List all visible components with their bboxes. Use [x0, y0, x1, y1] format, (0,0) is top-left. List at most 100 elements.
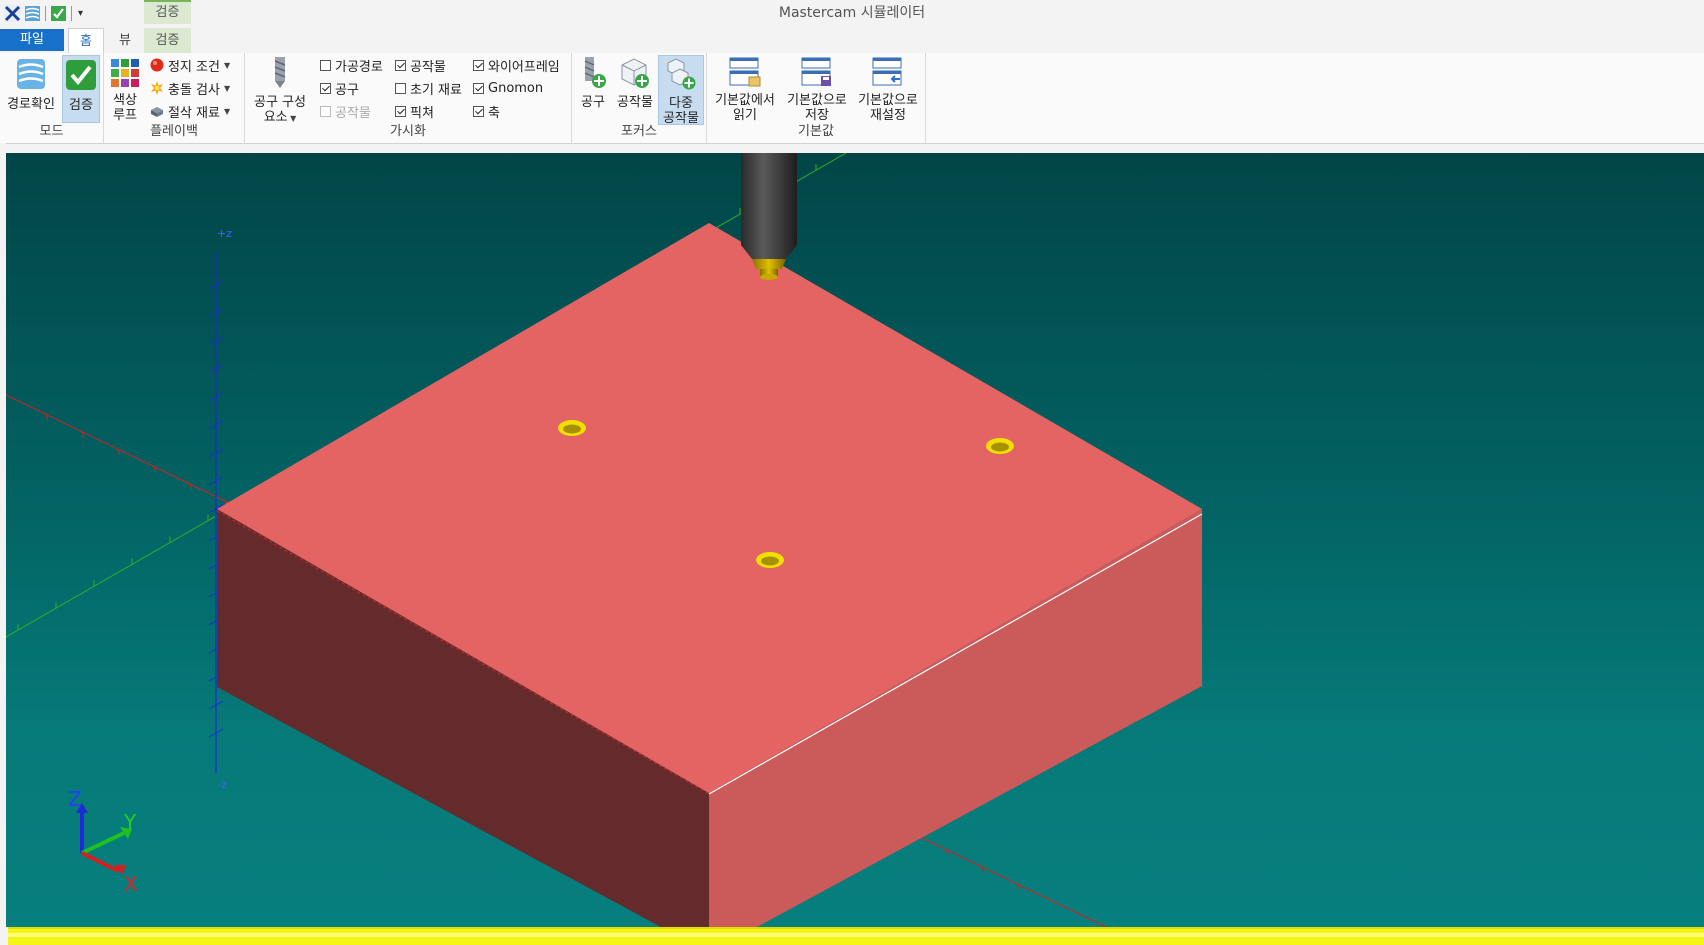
fixture-label: 픽쳐	[410, 105, 434, 121]
cut-stock-button[interactable]: 절삭 재료 ▼	[150, 101, 230, 121]
cut-stock-icon	[151, 107, 163, 117]
focus-multi-label-1: 다중	[669, 96, 693, 111]
hole-1	[558, 420, 586, 436]
group-focus-label: 포커스	[621, 124, 657, 139]
initial-stock-label: 초기 재료	[410, 82, 462, 98]
chevron-down-icon: ▼	[223, 83, 231, 93]
z-minus-label: -z	[217, 778, 227, 791]
group-mode-label: 모드	[39, 124, 64, 139]
path-check-small-icon[interactable]	[24, 5, 41, 22]
path-check-button[interactable]: 경로확인	[4, 55, 58, 121]
tool-checkbox[interactable]: 공구	[320, 78, 359, 98]
wireframe-label: 와이어프레임	[488, 59, 560, 75]
focus-multi-workpiece-button[interactable]: 다중 공작물	[658, 55, 704, 126]
gnomon-check[interactable]	[473, 82, 484, 94]
focus-multi-icon	[667, 58, 696, 90]
focus-workpiece-label: 공작물	[617, 95, 653, 110]
fixture-check[interactable]	[395, 105, 406, 117]
defaults-save-button[interactable]: 기본값으로 저장	[783, 55, 851, 125]
gnomon-checkbox[interactable]: Gnomon	[473, 78, 543, 98]
workpiece-disabled-check	[320, 105, 331, 117]
color-loop-label-1: 색상	[113, 93, 137, 108]
status-bar-highlight	[8, 933, 1704, 937]
hole-3	[756, 552, 784, 568]
tab-view[interactable]: 뷰	[110, 28, 140, 53]
initial-stock-check[interactable]	[395, 82, 406, 94]
context-tab-header: 검증	[144, 0, 191, 24]
stop-condition-label: 정지 조건	[168, 59, 220, 75]
defaults-read-button[interactable]: 기본값에서 읽기	[711, 55, 779, 125]
initial-stock-checkbox[interactable]: 초기 재료	[395, 78, 462, 98]
path-check-icon	[17, 59, 45, 89]
stop-icon	[150, 58, 164, 72]
tool-components-label-1: 공구 구성	[254, 95, 306, 110]
toolpath-label: 가공경로	[335, 59, 383, 75]
tab-file[interactable]: 파일	[0, 29, 64, 51]
stop-condition-button[interactable]: 정지 조건 ▼	[150, 55, 230, 75]
group-playback-label: 플레이백	[150, 124, 198, 139]
color-loop-icon	[111, 59, 139, 87]
verify-small-icon[interactable]	[50, 5, 67, 22]
gnomon: Z Y X	[68, 787, 138, 896]
ribbon-tabs: 파일 홈 뷰 검증	[0, 26, 1704, 54]
verify-button[interactable]: 검증	[62, 55, 100, 123]
group-focus: 공구 공작물 다중 공작물 포커스	[572, 53, 707, 143]
defaults-read-label-1: 기본값에서	[715, 93, 775, 108]
tool-components-button[interactable]: 공구 구성 요소 ▼	[249, 55, 311, 125]
defaults-save-icon	[801, 57, 831, 86]
collision-check-label: 충돌 검사	[168, 82, 220, 98]
workpiece-disabled-label: 공작물	[335, 105, 371, 121]
qat-separator	[71, 5, 72, 21]
cut-stock-label: 절삭 재료	[168, 105, 220, 121]
group-visualization: 공구 구성 요소 ▼ 가공경로 공구 공작물 공작물 초기 재료 픽쳐 와이어프…	[245, 53, 572, 143]
workpiece-disabled-checkbox: 공작물	[320, 101, 371, 121]
defaults-save-label-1: 기본값으로	[787, 93, 847, 108]
defaults-read-icon	[729, 57, 761, 87]
group-visualization-label: 가시화	[390, 124, 426, 139]
chevron-down-icon: ▼	[223, 60, 231, 70]
axis-checkbox[interactable]: 축	[473, 101, 500, 121]
title-bar: ▾ 검증 Mastercam 시뮬레이터	[0, 0, 1704, 26]
hole-2	[986, 438, 1014, 454]
focus-tool-button[interactable]: 공구	[575, 55, 611, 121]
mastercam-app-icon[interactable]	[4, 4, 21, 22]
group-playback: 색상 루프 정지 조건 ▼ 충돌 검사 ▼ 절삭 재료 ▼ 플레이백	[104, 53, 245, 143]
group-mode: 경로확인 검증 모드	[0, 53, 104, 143]
color-loop-button[interactable]: 색상 루프	[108, 55, 142, 123]
toolpath-check[interactable]	[320, 59, 331, 71]
axis-check[interactable]	[473, 105, 484, 117]
workpiece-checkbox[interactable]: 공작물	[395, 55, 446, 75]
defaults-reset-label-1: 기본값으로	[858, 93, 918, 108]
wireframe-checkbox[interactable]: 와이어프레임	[473, 55, 560, 75]
tool-components-icon	[274, 57, 286, 88]
tab-verify[interactable]: 검증	[144, 28, 191, 53]
path-check-label: 경로확인	[7, 97, 55, 112]
window-title: Mastercam 시뮬레이터	[778, 5, 926, 21]
fixture-checkbox[interactable]: 픽쳐	[395, 101, 434, 121]
z-plus-label: +z	[217, 227, 232, 240]
defaults-reset-icon	[872, 57, 902, 86]
tool-label: 공구	[335, 82, 359, 98]
wireframe-check[interactable]	[473, 59, 484, 71]
workpiece-check[interactable]	[395, 59, 406, 71]
toolpath-checkbox[interactable]: 가공경로	[320, 55, 383, 75]
collision-check-button[interactable]: 충돌 검사 ▼	[150, 78, 230, 98]
focus-tool-icon	[584, 57, 606, 88]
verify-label: 검증	[69, 98, 93, 113]
axis-label: 축	[488, 105, 500, 121]
group-defaults-label: 기본값	[798, 124, 834, 139]
focus-workpiece-button[interactable]: 공작물	[613, 55, 657, 121]
status-bar	[8, 927, 1704, 945]
tab-home[interactable]: 홈	[68, 28, 104, 54]
qat-customize-icon[interactable]: ▾	[78, 8, 83, 19]
gnomon-y-label: Y	[123, 810, 137, 834]
qat-separator	[45, 5, 46, 21]
chevron-down-icon: ▼	[223, 106, 231, 116]
gnomon-x-label: X	[124, 872, 138, 896]
verify-icon	[66, 60, 96, 90]
tool-check[interactable]	[320, 82, 331, 94]
workpiece-label: 공작물	[410, 59, 446, 75]
simulation-viewport[interactable]: +z -z Z Y X	[6, 153, 1704, 927]
focus-tool-label: 공구	[581, 95, 605, 110]
defaults-reset-button[interactable]: 기본값으로 재설정	[853, 55, 923, 125]
